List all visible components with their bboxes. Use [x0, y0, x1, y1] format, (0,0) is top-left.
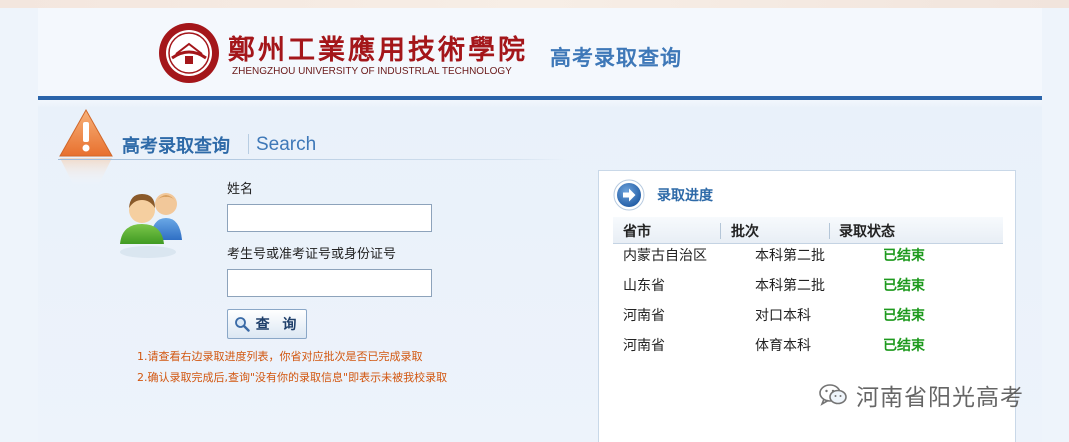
section-separator — [248, 134, 249, 154]
column-separator — [829, 223, 830, 239]
watermark-text: 河南省阳光高考 — [856, 385, 1024, 411]
cell-batch: 本科第二批 — [755, 248, 825, 264]
school-name-en: ZHENGZHOU UNIVERSITY OF INDUSTRLAL TECHN… — [232, 66, 512, 77]
cell-province: 内蒙古自治区 — [623, 248, 707, 264]
progress-title: 录取进度 — [657, 188, 713, 204]
section-title: 高考录取查询 — [122, 136, 230, 157]
id-input[interactable] — [227, 269, 432, 297]
table-row: 内蒙古自治区 本科第二批 已结束 — [613, 241, 1003, 271]
column-header-province: 省市 — [623, 224, 651, 240]
arrow-right-circle-icon — [613, 179, 645, 211]
progress-table-header: 省市 批次 录取状态 — [613, 217, 1003, 244]
table-row: 山东省 本科第二批 已结束 — [613, 271, 1003, 301]
table-row: 河南省 对口本科 已结束 — [613, 301, 1003, 331]
cell-batch: 本科第二批 — [755, 278, 825, 294]
cell-batch: 体育本科 — [755, 338, 811, 354]
wechat-icon — [819, 384, 847, 406]
cell-status: 已结束 — [883, 338, 925, 354]
cell-status: 已结束 — [883, 308, 925, 324]
name-label: 姓名 — [227, 182, 254, 197]
query-button-label: 查 询 — [255, 317, 301, 333]
cell-province: 河南省 — [623, 308, 665, 324]
warning-icon — [59, 108, 113, 186]
users-icon — [120, 193, 182, 258]
id-label: 考生号或准考证号或身份证号 — [227, 247, 397, 262]
table-row: 河南省 体育本科 已结束 — [613, 331, 1003, 361]
cell-province: 山东省 — [623, 278, 665, 294]
header: 鄭州工業應用技術學院 ZHENGZHOU UNIVERSITY OF INDUS… — [38, 8, 1042, 96]
cell-status: 已结束 — [883, 248, 925, 264]
page-top-strip — [0, 0, 1069, 8]
magnifier-icon — [234, 317, 250, 332]
cell-province: 河南省 — [623, 338, 665, 354]
column-separator — [720, 223, 721, 239]
school-seal-icon — [159, 23, 219, 83]
section-subtitle: Search — [256, 134, 317, 155]
column-header-batch: 批次 — [731, 224, 759, 240]
section-underline — [58, 159, 566, 160]
page-title: 高考录取查询 — [550, 46, 682, 70]
cell-batch: 对口本科 — [755, 308, 811, 324]
cell-status: 已结束 — [883, 278, 925, 294]
query-button[interactable]: 查 询 — [227, 309, 307, 339]
note-1: 1.请查看右边录取进度列表，你省对应批次是否已完成录取 — [137, 350, 423, 363]
watermark: 河南省阳光高考 — [818, 378, 1024, 412]
name-input[interactable] — [227, 204, 432, 232]
school-name-cn: 鄭州工業應用技術學院 — [228, 35, 528, 66]
note-2: 2.确认录取完成后,查询"没有你的录取信息"即表示未被我校录取 — [137, 371, 448, 384]
column-header-status: 录取状态 — [839, 224, 895, 240]
header-divider — [38, 96, 1042, 100]
